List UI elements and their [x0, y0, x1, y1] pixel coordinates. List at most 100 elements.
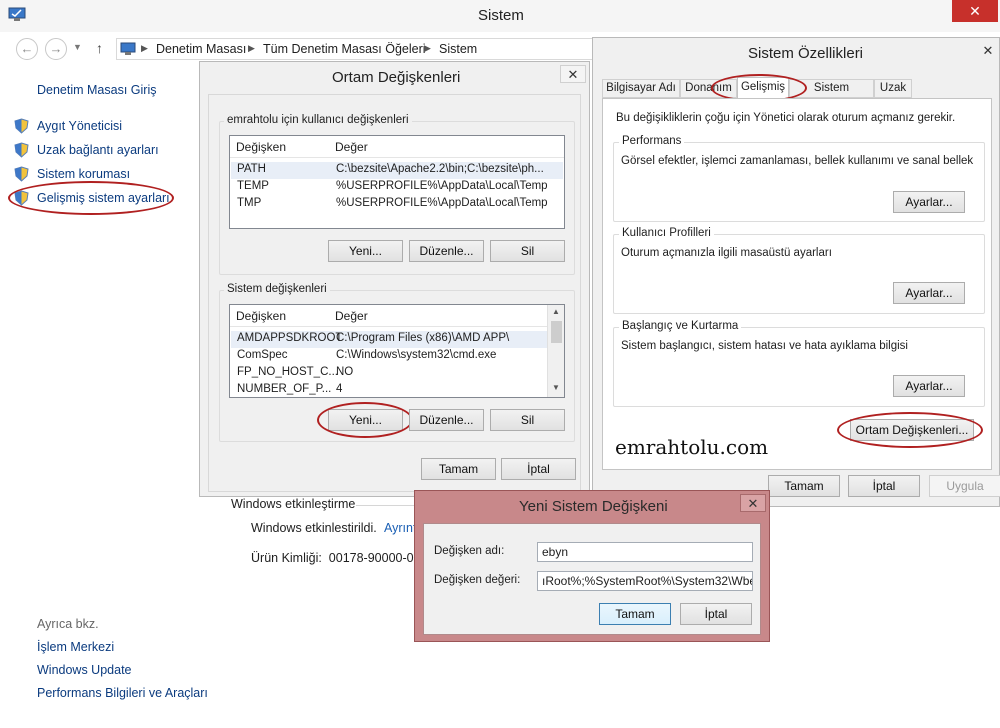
cancel-button[interactable]: İptal: [680, 603, 752, 625]
ok-button[interactable]: Tamam: [421, 458, 496, 480]
control-panel-icon: [120, 42, 136, 56]
table-row[interactable]: ComSpec C:\Windows\system32\cmd.exe: [231, 348, 547, 365]
tab-advanced[interactable]: Gelişmiş: [737, 77, 789, 99]
sidebar-item-device-manager[interactable]: Aygıt Yöneticisi: [37, 119, 122, 133]
close-icon[interactable]: ✕: [560, 65, 586, 83]
tab-hardware[interactable]: Donanım: [680, 79, 737, 98]
breadcrumb-item[interactable]: Tüm Denetim Masası Öğeleri: [263, 42, 426, 56]
variable-value: C:\Program Files (x86)\AMD APP\: [336, 332, 510, 344]
table-row[interactable]: TEMP %USERPROFILE%\AppData\Local\Temp: [231, 179, 563, 196]
breadcrumb-sep-icon: ▶: [248, 43, 255, 53]
apply-button[interactable]: Uygula: [929, 475, 1000, 497]
variable-name: TEMP: [237, 180, 269, 192]
dialog-body: Değişken adı: ebyn Değişken değeri: ıRoo…: [423, 523, 761, 635]
tab-computer-name[interactable]: Bilgisayar Adı: [602, 79, 680, 98]
sidebar-item-remote-settings[interactable]: Uzak bağlantı ayarları: [37, 143, 159, 157]
scrollbar[interactable]: ▲ ▼: [547, 305, 564, 397]
column-variable[interactable]: Değişken: [236, 309, 286, 323]
variable-value-label: Değişken değeri:: [434, 574, 521, 586]
startup-recovery-desc: Sistem başlangıcı, sistem hatası ve hata…: [621, 340, 908, 352]
tab-system-protection[interactable]: Sistem Koruması: [789, 79, 874, 111]
nav-back-icon[interactable]: ←: [16, 38, 38, 60]
table-row[interactable]: TMP %USERPROFILE%\AppData\Local\Temp: [231, 196, 563, 213]
see-also-heading: Ayrıca bkz.: [37, 617, 99, 631]
variable-name: PATH: [237, 163, 266, 175]
see-also-action-center[interactable]: İşlem Merkezi: [37, 640, 114, 654]
variable-value: 4: [336, 383, 343, 395]
table-row[interactable]: AMDAPPSDKROOT C:\Program Files (x86)\AMD…: [231, 331, 547, 348]
system-variables-label: Sistem değişkenleri: [224, 283, 330, 295]
performance-group: Performans Görsel efektler, işlemci zama…: [613, 135, 985, 222]
close-icon[interactable]: ✕: [975, 42, 1000, 60]
startup-recovery-settings-button[interactable]: Ayarlar...: [893, 375, 965, 397]
shield-icon: [14, 190, 29, 206]
performance-settings-button[interactable]: Ayarlar...: [893, 191, 965, 213]
close-icon[interactable]: ✕: [740, 494, 766, 512]
breadcrumb-sep-icon: ▶: [141, 43, 148, 53]
startup-recovery-label: Başlangıç ve Kurtarma: [619, 320, 742, 332]
table-row[interactable]: PATH C:\bezsite\Apache2.2\bin;C:\bezsite…: [231, 162, 563, 179]
system-delete-button[interactable]: Sil: [490, 409, 565, 431]
scroll-thumb[interactable]: [551, 321, 562, 343]
variable-value: NO: [336, 366, 354, 378]
sidebar-item-advanced-settings[interactable]: Gelişmiş sistem ayarları: [37, 191, 170, 205]
address-bar[interactable]: ▶ Denetim Masası ▶ Tüm Denetim Masası Öğ…: [116, 38, 596, 60]
activation-status: Windows etkinlestirildi.: [251, 521, 377, 535]
user-new-button[interactable]: Yeni...: [328, 240, 403, 262]
shield-icon: [14, 166, 29, 182]
activation-details-link[interactable]: Ayrınt: [384, 521, 416, 535]
system-edit-button[interactable]: Düzenle...: [409, 409, 484, 431]
dialog-title: Sistem Özellikleri: [748, 45, 864, 62]
environment-variables-button[interactable]: Ortam Değişkenleri...: [850, 419, 974, 441]
shield-icon: [14, 118, 29, 134]
column-value[interactable]: Değer: [335, 140, 368, 154]
sidebar-item-system-protection[interactable]: Sistem koruması: [37, 167, 130, 181]
product-id: Ürün Kimliği: 00178-90000-000: [251, 551, 428, 565]
system-properties-dialog: Sistem Özellikleri ✕ Bilgisayar Adı Dona…: [592, 37, 1000, 507]
performance-label: Performans: [619, 135, 685, 147]
history-dropdown-icon[interactable]: ▼: [73, 42, 82, 52]
control-panel-home-link[interactable]: Denetim Masası Giriş: [37, 83, 156, 97]
see-also-performance[interactable]: Performans Bilgileri ve Araçları: [37, 686, 208, 700]
system-new-button[interactable]: Yeni...: [328, 409, 403, 431]
user-variables-list[interactable]: Değişken Değer PATH C:\bezsite\Apache2.2…: [229, 135, 565, 229]
variable-name: ComSpec: [237, 349, 288, 361]
ok-button[interactable]: Tamam: [599, 603, 671, 625]
scroll-down-icon[interactable]: ▼: [552, 383, 560, 392]
system-variables-list[interactable]: Değişken Değer AMDAPPSDKROOT C:\Program …: [229, 304, 565, 398]
breadcrumb-item[interactable]: Denetim Masası: [156, 42, 246, 56]
close-icon[interactable]: ✕: [952, 0, 998, 22]
scroll-up-icon[interactable]: ▲: [552, 307, 560, 316]
shield-icon: [14, 142, 29, 158]
user-edit-button[interactable]: Düzenle...: [409, 240, 484, 262]
admin-note: Bu değişikliklerin çoğu için Yönetici ol…: [616, 112, 956, 124]
column-variable[interactable]: Değişken: [236, 140, 286, 154]
list-header: Değişken Değer: [230, 136, 564, 158]
user-delete-button[interactable]: Sil: [490, 240, 565, 262]
variable-name: TMP: [237, 197, 262, 209]
variable-value: C:\bezsite\Apache2.2\bin;C:\bezsite\ph..…: [336, 163, 544, 175]
variable-name-field[interactable]: ebyn: [537, 542, 753, 562]
column-value[interactable]: Değer: [335, 309, 368, 323]
ok-button[interactable]: Tamam: [768, 475, 840, 497]
tab-strip: Bilgisayar Adı Donanım Gelişmiş Sistem K…: [602, 77, 992, 111]
breadcrumb-sep-icon: ▶: [424, 43, 431, 53]
user-variables-label: emrahtolu için kullanıcı değişkenleri: [224, 114, 412, 126]
tab-remote[interactable]: Uzak: [874, 79, 912, 98]
nav-forward-icon[interactable]: →: [45, 38, 67, 60]
table-row[interactable]: FP_NO_HOST_C... NO: [231, 365, 547, 382]
nav-up-icon[interactable]: ↑: [96, 40, 103, 56]
variable-name-label: Değişken adı:: [434, 545, 505, 557]
window-title: Sistem: [478, 7, 524, 24]
breadcrumb-item[interactable]: Sistem: [439, 42, 477, 56]
table-row[interactable]: NUMBER_OF_P... 4: [231, 382, 547, 397]
variable-name: AMDAPPSDKROOT: [237, 332, 343, 344]
title-bar: Sistem ✕: [0, 0, 1000, 32]
variable-name: NUMBER_OF_P...: [237, 383, 332, 395]
see-also-windows-update[interactable]: Windows Update: [37, 663, 132, 677]
user-profiles-settings-button[interactable]: Ayarlar...: [893, 282, 965, 304]
startup-recovery-group: Başlangıç ve Kurtarma Sistem başlangıcı,…: [613, 320, 985, 407]
cancel-button[interactable]: İptal: [501, 458, 576, 480]
cancel-button[interactable]: İptal: [848, 475, 920, 497]
variable-value-field[interactable]: ıRoot%;%SystemRoot%\System32\Wbem: [537, 571, 753, 591]
